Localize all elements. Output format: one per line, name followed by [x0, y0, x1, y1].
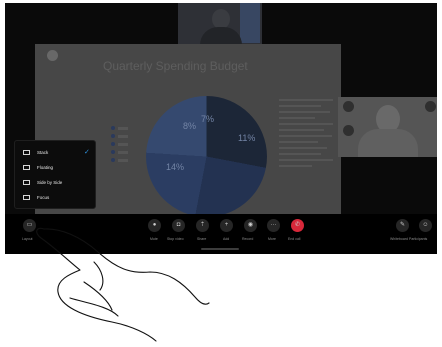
record-label: Record — [242, 237, 254, 241]
legend-text — [118, 134, 128, 138]
side-by-side-icon — [23, 180, 30, 185]
layout-option-stack[interactable]: Stack ✓ — [15, 147, 95, 158]
remote-more-icon[interactable] — [425, 101, 436, 112]
pie-label: 8% — [183, 121, 197, 131]
add-label: Add — [223, 237, 230, 241]
layout-menu: Stack ✓ Floating Side by Side Focus — [14, 140, 96, 209]
layout-option-focus[interactable]: Focus — [15, 192, 95, 203]
text-line — [279, 135, 332, 137]
more-label: More — [268, 237, 276, 241]
layout-label: Layout — [22, 237, 33, 241]
text-line — [279, 165, 312, 167]
mute-label: Mute — [150, 237, 158, 241]
self-view-video — [178, 3, 262, 47]
layout-icon: ▭ — [26, 222, 33, 228]
text-line — [279, 105, 321, 107]
background-lamp — [240, 3, 260, 43]
legend-text — [118, 142, 128, 146]
remote-person-body — [358, 129, 418, 157]
legend-dot — [111, 158, 115, 162]
layout-option-floating[interactable]: Floating — [15, 162, 95, 173]
text-line — [279, 117, 315, 119]
text-line — [279, 147, 327, 149]
participants-label: Participants — [409, 237, 428, 241]
mic-icon: ● — [152, 222, 157, 228]
legend-text — [118, 126, 128, 130]
text-line — [279, 141, 318, 143]
legend-dot — [111, 142, 115, 146]
floating-icon — [23, 165, 30, 170]
chart-legend — [111, 124, 128, 164]
participants-button[interactable]: ☺ — [419, 219, 432, 232]
add-button[interactable]: + — [220, 219, 233, 232]
record-button[interactable]: ◉ — [244, 219, 257, 232]
legend-dot — [111, 150, 115, 154]
legend-row — [111, 124, 128, 132]
layout-option-side-by-side[interactable]: Side by Side — [15, 177, 95, 188]
whiteboard-button[interactable]: ✎ — [396, 219, 409, 232]
legend-row — [111, 140, 128, 148]
layout-button[interactable]: ▭ — [23, 219, 36, 232]
more-icon: ··· — [270, 222, 277, 228]
record-icon: ◉ — [247, 222, 254, 228]
close-share-icon[interactable] — [47, 50, 58, 61]
legend-dot — [111, 126, 115, 130]
legend-text — [118, 158, 128, 162]
mute-button[interactable]: ● — [148, 219, 161, 232]
legend-row — [111, 132, 128, 140]
camera-icon: ◘ — [176, 222, 181, 228]
text-line — [279, 99, 333, 101]
share-button[interactable]: ⇡ — [196, 219, 209, 232]
layout-option-label: Side by Side — [37, 180, 63, 185]
add-icon: + — [224, 222, 229, 228]
text-line — [279, 111, 330, 113]
pie-label: 11% — [238, 133, 256, 143]
share-icon: ⇡ — [199, 222, 206, 228]
whiteboard-icon: ✎ — [399, 222, 406, 228]
pie-label: 7% — [201, 114, 215, 124]
home-indicator — [201, 248, 239, 250]
stack-icon — [23, 150, 30, 155]
legend-row — [111, 148, 128, 156]
layout-option-label: Focus — [37, 195, 50, 200]
self-view-person-head — [212, 9, 230, 29]
pie-label: 14% — [166, 162, 185, 172]
legend-row — [111, 156, 128, 164]
focus-icon — [23, 195, 30, 200]
text-line — [279, 153, 321, 155]
stop-video-label: Stop video — [167, 237, 184, 241]
legend-text — [118, 150, 128, 154]
checkmark-icon: ✓ — [84, 149, 90, 156]
device-screen: Quarterly Spending Budget 8% 7% 14% 11% — [5, 3, 437, 254]
stop-video-button[interactable]: ◘ — [172, 219, 185, 232]
end-call-label: End call — [288, 237, 301, 241]
whiteboard-label: Whiteboard — [390, 237, 408, 241]
slide-title: Quarterly Spending Budget — [103, 59, 248, 73]
participants-icon: ☺ — [422, 222, 429, 228]
layout-option-label: Floating — [37, 165, 54, 170]
slide-text-block — [279, 99, 339, 171]
text-line — [279, 159, 333, 161]
end-call-button[interactable]: ✆ — [291, 219, 304, 232]
end-call-icon: ✆ — [294, 222, 301, 228]
layout-option-label: Stack — [37, 150, 49, 155]
remote-pin-icon[interactable] — [343, 125, 354, 136]
legend-dot — [111, 134, 115, 138]
remote-mute-icon[interactable] — [343, 101, 354, 112]
share-label: Share — [197, 237, 207, 241]
more-button[interactable]: ··· — [267, 219, 280, 232]
text-line — [279, 129, 324, 131]
text-line — [279, 123, 333, 125]
